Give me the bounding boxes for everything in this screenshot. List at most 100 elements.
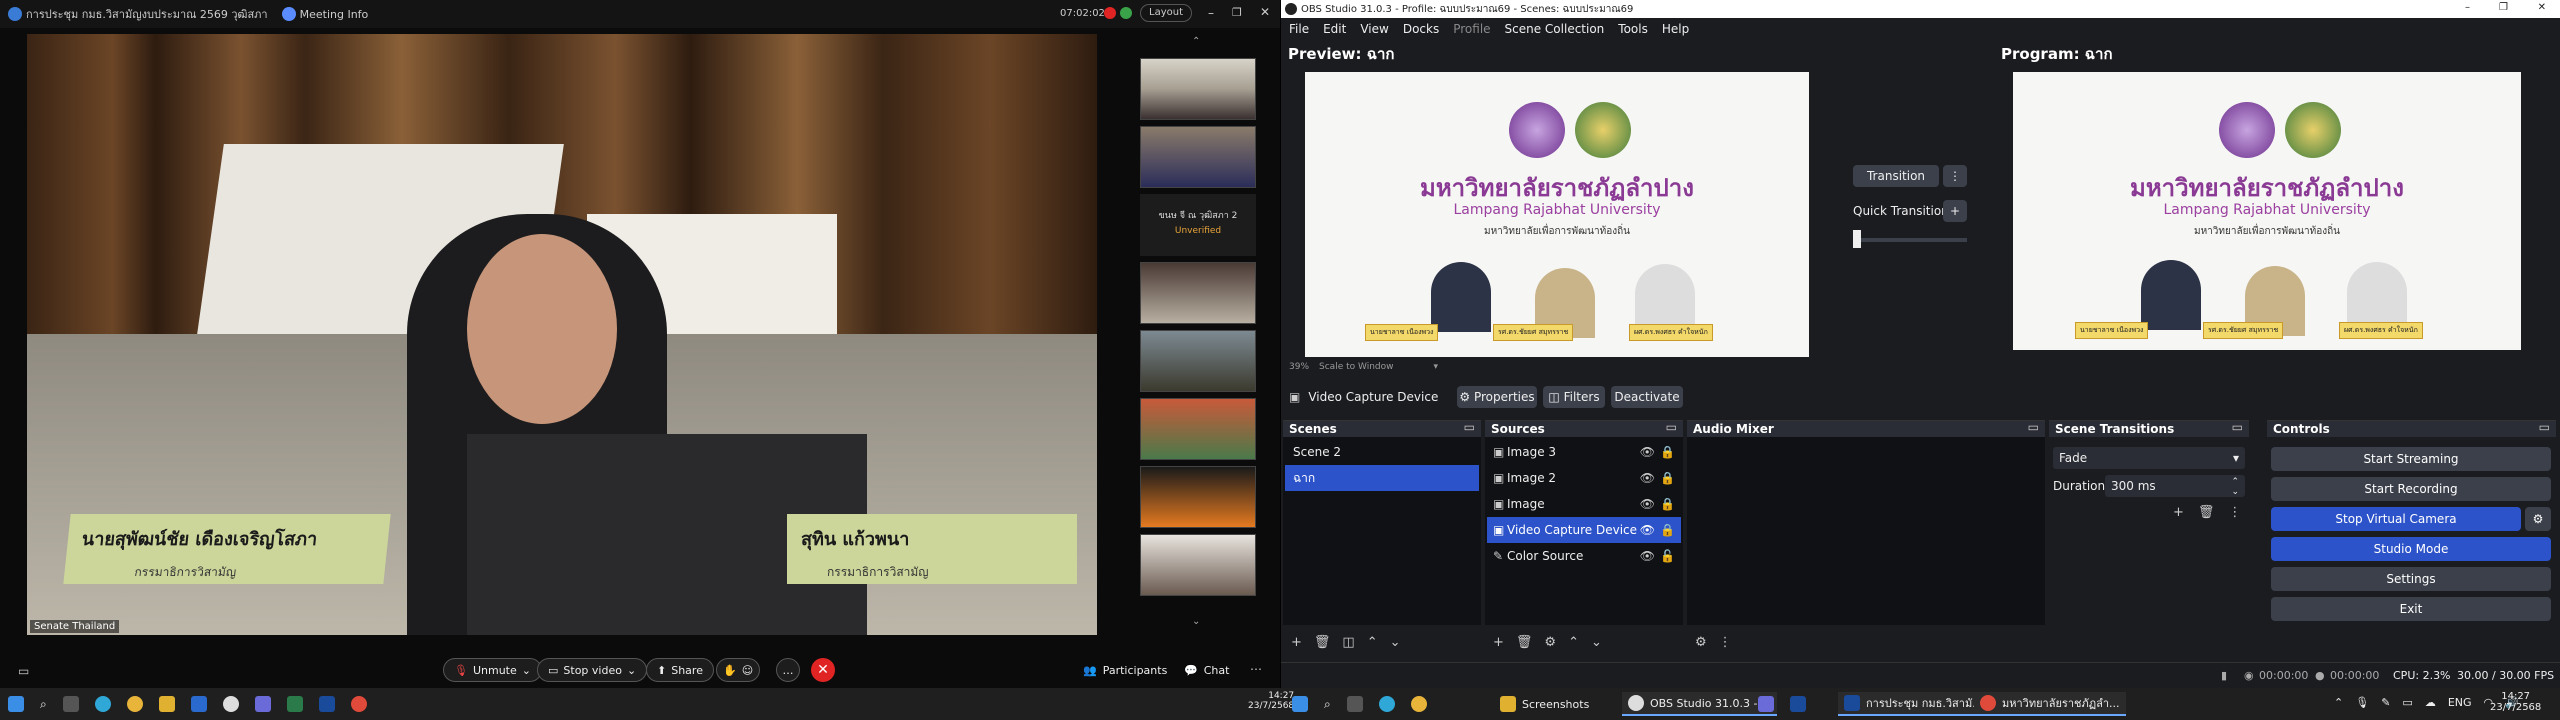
chevron-down-icon[interactable]: ▾	[1433, 362, 1438, 372]
plus-icon[interactable]: +	[2173, 505, 2184, 520]
thumbnail[interactable]	[1140, 330, 1256, 392]
participants-button[interactable]: 👥 Participants	[1083, 664, 1167, 677]
chrome-icon[interactable]	[1410, 696, 1427, 712]
reactions-button[interactable]: ✋ ☺	[716, 658, 761, 682]
spin-down-icon[interactable]: ⌄	[2231, 481, 2239, 503]
transition-slider[interactable]	[1853, 238, 1967, 242]
thumbnail[interactable]	[1140, 126, 1256, 188]
close-icon[interactable]: ✕	[2538, 2, 2546, 13]
lock-icon[interactable]: 🔒	[1660, 491, 1675, 517]
search-icon[interactable]: ⌕	[1324, 697, 1331, 712]
stop-video-button[interactable]: ▭ Stop video ⌄	[537, 658, 648, 682]
arrow-up-icon[interactable]: ⌃	[1367, 635, 1378, 650]
app-icon[interactable]	[318, 696, 335, 712]
menu-profile[interactable]: Profile	[1453, 22, 1490, 36]
scene-item[interactable]: ฉาก	[1285, 465, 1479, 491]
filters-button[interactable]: ◫ Filters	[1543, 386, 1605, 408]
arrow-up-icon[interactable]: ⌃	[1568, 635, 1579, 650]
meeting-info-link[interactable]: Meeting Info	[300, 8, 369, 21]
gear-icon[interactable]: ⚙	[1544, 635, 1556, 650]
lock-icon[interactable]: 🔒	[1660, 517, 1675, 543]
chrome-icon[interactable]	[350, 696, 367, 712]
virtual-camera-settings-button[interactable]: ⚙	[2525, 507, 2551, 531]
edge-icon[interactable]	[94, 696, 111, 712]
arrow-down-icon[interactable]: ⌄	[1390, 635, 1401, 650]
start-streaming-button[interactable]: Start Streaming	[2271, 447, 2551, 471]
end-call-button[interactable]: ✕	[811, 658, 835, 682]
language-indicator[interactable]: ENG	[2448, 696, 2472, 709]
chevron-up-icon[interactable]: ⌃	[2334, 696, 2343, 709]
menu-view[interactable]: View	[1360, 22, 1388, 36]
thumbnail[interactable]	[1140, 398, 1256, 460]
thumbnail-placeholder[interactable]: ขนษ จี ณ วุฒิสภา 2 Unverified	[1140, 194, 1256, 256]
undock-icon[interactable]: ▭	[1666, 419, 1677, 435]
eye-icon[interactable]: 👁	[1640, 439, 1655, 465]
task-view-icon[interactable]	[1346, 696, 1363, 712]
scale-mode[interactable]: Scale to Window	[1319, 362, 1393, 372]
more-button[interactable]: …	[776, 658, 800, 682]
eye-icon[interactable]: 👁	[1640, 465, 1655, 491]
trash-icon[interactable]: 🗑	[2198, 505, 2215, 520]
transition-menu-button[interactable]: ⋮	[1943, 165, 1967, 187]
more-vertical-icon[interactable]: ⋮	[2228, 505, 2241, 520]
app-icon[interactable]	[254, 696, 271, 712]
captions-icon[interactable]: ▭	[18, 664, 29, 678]
menu-tools[interactable]: Tools	[1618, 22, 1648, 36]
preview-screen[interactable]: มหาวิทยาลัยราชภัฏลำปาง Lampang Rajabhat …	[1305, 72, 1809, 357]
app-icon[interactable]	[286, 696, 303, 712]
scene-item[interactable]: Scene 2	[1285, 439, 1479, 465]
windows-start-icon[interactable]	[8, 696, 24, 712]
unmute-button[interactable]: 🎙 Unmute ⌄	[443, 658, 542, 682]
taskbar-app-obs[interactable]: OBS Studio 31.0.3 - ...	[1622, 692, 1778, 716]
clock[interactable]: 14:27 23/7/2568	[2490, 691, 2541, 713]
menu-scene-collection[interactable]: Scene Collection	[1505, 22, 1605, 36]
layout-button[interactable]: Layout	[1140, 4, 1192, 22]
pen-icon[interactable]: ✎	[2381, 696, 2390, 709]
obs-icon[interactable]	[222, 696, 239, 712]
settings-button[interactable]: Settings	[2271, 567, 2551, 591]
taskbar-app-screenshots[interactable]: Screenshots	[1494, 692, 1595, 716]
source-item[interactable]: ▣ Image 👁 🔒	[1487, 491, 1681, 517]
trash-icon[interactable]: 🗑	[1314, 635, 1331, 650]
windows-start-icon[interactable]	[1292, 696, 1308, 712]
thumbnail[interactable]	[1140, 262, 1256, 324]
eye-icon[interactable]: 👁	[1640, 543, 1655, 569]
properties-button[interactable]: ⚙ Properties	[1457, 386, 1537, 408]
eye-icon[interactable]: 👁	[1640, 491, 1655, 517]
app-icon[interactable]	[1758, 696, 1774, 712]
main-video[interactable]: นายสุพัฒน์ชัย เดืองเจริญโสภา กรรมาธิการว…	[27, 34, 1097, 635]
shield-icon[interactable]	[1120, 7, 1132, 19]
gear-icon[interactable]: ⚙	[1695, 635, 1707, 650]
transition-slider-handle[interactable]	[1853, 230, 1861, 248]
arrow-down-icon[interactable]: ⌄	[1591, 635, 1602, 650]
maximize-icon[interactable]: ❐	[1232, 6, 1242, 19]
share-button[interactable]: ⬆ Share	[646, 658, 714, 682]
chrome-icon[interactable]	[126, 696, 143, 712]
edge-icon[interactable]	[1378, 696, 1395, 712]
lock-icon[interactable]: 🔒	[1660, 465, 1675, 491]
scroll-down-icon[interactable]: ⌄	[1192, 616, 1200, 627]
thumbnail[interactable]	[1140, 466, 1256, 528]
store-icon[interactable]	[190, 696, 207, 712]
menu-docks[interactable]: Docks	[1403, 22, 1439, 36]
mic-icon[interactable]: 🎙	[2355, 696, 2369, 709]
more-vertical-icon[interactable]: ⋮	[1719, 635, 1732, 650]
taskbar-app-meeting[interactable]: การประชุม กมธ.วิสามั...	[1838, 692, 1989, 716]
undock-icon[interactable]: ▭	[1464, 419, 1475, 435]
unlock-icon[interactable]: 🔓	[1660, 543, 1675, 569]
lock-icon[interactable]: 🔒	[1660, 439, 1675, 465]
undock-icon[interactable]: ▭	[2539, 419, 2550, 435]
maximize-icon[interactable]: ❐	[2499, 2, 2508, 13]
duration-spinbox[interactable]: 300 ms ⌃ ⌄	[2105, 475, 2245, 497]
chat-button[interactable]: 💬 Chat	[1184, 664, 1229, 677]
scroll-up-icon[interactable]: ⌃	[1192, 36, 1200, 47]
exit-button[interactable]: Exit	[2271, 597, 2551, 621]
cloud-icon[interactable]: ☁	[2425, 696, 2436, 709]
minimize-icon[interactable]: –	[1208, 6, 1214, 20]
start-recording-button[interactable]: Start Recording	[2271, 477, 2551, 501]
add-quick-transition-button[interactable]: +	[1943, 200, 1967, 222]
deactivate-button[interactable]: Deactivate	[1611, 386, 1683, 408]
plus-icon[interactable]: +	[1291, 635, 1302, 650]
source-item[interactable]: ▣ Image 2 👁 🔒	[1487, 465, 1681, 491]
menu-help[interactable]: Help	[1662, 22, 1689, 36]
